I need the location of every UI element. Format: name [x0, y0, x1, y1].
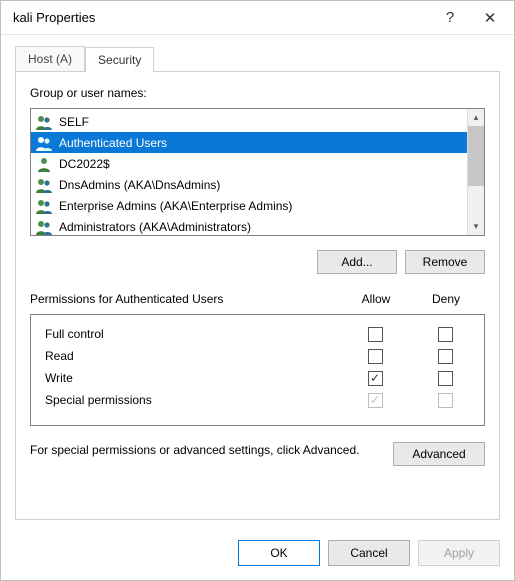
window-title: kali Properties	[13, 10, 430, 25]
checkbox-cell	[410, 371, 480, 386]
close-button[interactable]: ✕	[470, 3, 510, 33]
principal-row[interactable]: Authenticated Users	[31, 132, 467, 153]
principal-name: Authenticated Users	[59, 136, 167, 150]
deny-checkbox	[438, 393, 453, 408]
scroll-thumb[interactable]	[468, 126, 484, 186]
principal-row[interactable]: DnsAdmins (AKA\DnsAdmins)	[31, 174, 467, 195]
checkbox-cell	[410, 327, 480, 342]
titlebar: kali Properties ? ✕	[1, 1, 514, 35]
security-panel: Group or user names: SELF Authenticated …	[15, 71, 500, 520]
advanced-button[interactable]: Advanced	[393, 442, 485, 466]
button-label: OK	[270, 546, 287, 560]
principal-row[interactable]: Administrators (AKA\Administrators)	[31, 216, 467, 235]
permission-name: Special permissions	[45, 393, 340, 407]
close-icon: ✕	[484, 9, 497, 27]
button-label: Advanced	[412, 447, 465, 461]
checkbox-cell	[340, 327, 410, 342]
principal-name: Enterprise Admins (AKA\Enterprise Admins…	[59, 199, 292, 213]
help-icon: ?	[446, 9, 454, 26]
permissions-header: Permissions for Authenticated Users Allo…	[30, 292, 485, 306]
scroll-up-icon[interactable]: ▴	[468, 109, 484, 126]
principal-name: DnsAdmins (AKA\DnsAdmins)	[59, 178, 220, 192]
checkbox-cell	[410, 393, 480, 408]
advanced-row: For special permissions or advanced sett…	[30, 442, 485, 466]
deny-checkbox[interactable]	[438, 327, 453, 342]
principals-list-inner: SELF Authenticated Users DC2022$ DnsAdmi…	[31, 109, 467, 235]
allow-checkbox[interactable]: ✓	[368, 371, 383, 386]
permission-row: Write ✓	[45, 367, 480, 389]
allow-column-header: Allow	[341, 292, 411, 306]
tab-strip: Host (A) Security	[1, 35, 514, 71]
group-or-user-names-label: Group or user names:	[30, 86, 485, 100]
button-label: Apply	[444, 546, 474, 560]
checkbox-cell: ✓	[340, 393, 410, 408]
help-button[interactable]: ?	[430, 3, 470, 33]
user-icon	[35, 156, 53, 172]
tab-security[interactable]: Security	[85, 47, 154, 72]
deny-checkbox[interactable]	[438, 371, 453, 386]
deny-column-header: Deny	[411, 292, 481, 306]
principal-name: Administrators (AKA\Administrators)	[59, 220, 251, 234]
tab-label: Security	[98, 53, 141, 67]
dialog-footer: OK Cancel Apply	[1, 530, 514, 580]
principal-buttons: Add... Remove	[30, 244, 485, 278]
allow-checkbox[interactable]	[368, 327, 383, 342]
button-label: Remove	[423, 255, 468, 269]
button-label: Add...	[341, 255, 372, 269]
checkbox-cell	[340, 349, 410, 364]
scroll-down-icon[interactable]: ▾	[468, 218, 484, 235]
principal-row[interactable]: Enterprise Admins (AKA\Enterprise Admins…	[31, 195, 467, 216]
group-icon	[35, 219, 53, 235]
principals-list[interactable]: SELF Authenticated Users DC2022$ DnsAdmi…	[30, 108, 485, 236]
principal-row[interactable]: DC2022$	[31, 153, 467, 174]
scrollbar[interactable]: ▴ ▾	[467, 109, 484, 235]
properties-dialog: kali Properties ? ✕ Host (A) Security Gr…	[0, 0, 515, 581]
group-icon	[35, 177, 53, 193]
button-label: Cancel	[350, 546, 387, 560]
cancel-button[interactable]: Cancel	[328, 540, 410, 566]
permission-name: Write	[45, 371, 340, 385]
checkbox-cell	[410, 349, 480, 364]
group-icon	[35, 135, 53, 151]
principal-name: DC2022$	[59, 157, 110, 171]
allow-checkbox[interactable]	[368, 349, 383, 364]
ok-button[interactable]: OK	[238, 540, 320, 566]
add-button[interactable]: Add...	[317, 250, 397, 274]
permission-row: Special permissions ✓	[45, 389, 480, 411]
deny-checkbox[interactable]	[438, 349, 453, 364]
group-icon	[35, 198, 53, 214]
permission-row: Full control	[45, 323, 480, 345]
principal-name: SELF	[59, 115, 89, 129]
apply-button[interactable]: Apply	[418, 540, 500, 566]
allow-checkbox: ✓	[368, 393, 383, 408]
remove-button[interactable]: Remove	[405, 250, 485, 274]
permissions-for-label: Permissions for Authenticated Users	[30, 292, 341, 306]
permissions-box: Full controlReadWrite✓Special permission…	[30, 314, 485, 426]
checkbox-cell: ✓	[340, 371, 410, 386]
principal-row[interactable]: SELF	[31, 111, 467, 132]
permission-name: Read	[45, 349, 340, 363]
permission-name: Full control	[45, 327, 340, 341]
group-icon	[35, 114, 53, 130]
tab-host-a[interactable]: Host (A)	[15, 46, 85, 72]
tab-label: Host (A)	[28, 52, 72, 66]
permission-row: Read	[45, 345, 480, 367]
advanced-hint: For special permissions or advanced sett…	[30, 442, 381, 458]
